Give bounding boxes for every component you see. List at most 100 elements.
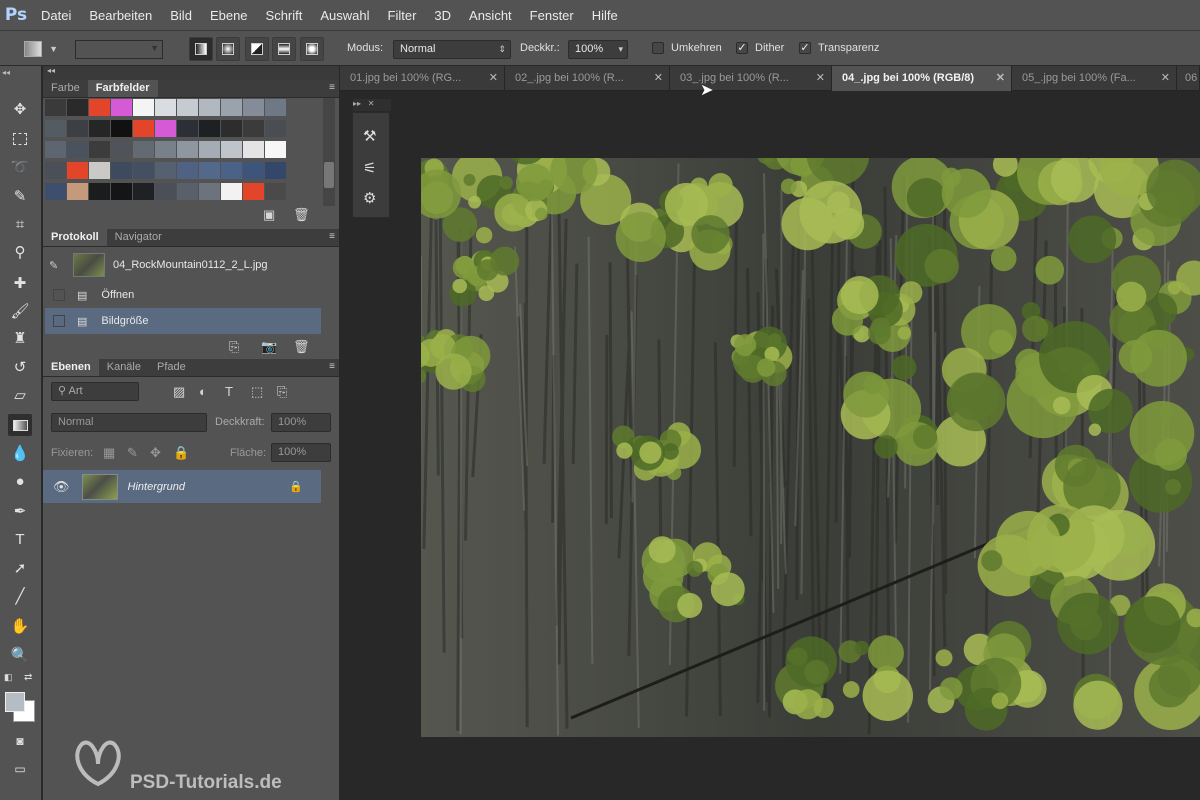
color-swatch[interactable] [199, 162, 220, 179]
collapse-icon[interactable]: ◂◂ [2, 68, 10, 77]
close-icon[interactable]: ✕ [654, 66, 663, 91]
tab-farbe[interactable]: Farbe [43, 80, 88, 97]
color-swatch[interactable] [155, 141, 176, 158]
tab-doc-06[interactable]: 06 [1177, 66, 1200, 91]
color-swatch[interactable] [89, 183, 110, 200]
linear-gradient-button[interactable] [189, 37, 213, 61]
deckkr-field[interactable]: 100% ▾ [568, 40, 628, 59]
healing-brush-tool-icon[interactable]: ✚ [8, 273, 32, 295]
color-swatch[interactable] [221, 99, 242, 116]
filter-shape-icon[interactable]: ⬚ [251, 384, 263, 400]
lasso-tool-icon[interactable]: ➰ [8, 157, 32, 179]
fill-field[interactable]: 100% [271, 443, 331, 462]
color-swatch[interactable] [177, 141, 198, 158]
close-icon[interactable]: ✕ [996, 66, 1005, 91]
menu-hilfe[interactable]: Hilfe [583, 0, 627, 30]
color-swatch[interactable] [243, 99, 264, 116]
layer-name[interactable]: Hintergrund [128, 481, 185, 493]
brush-presets-icon[interactable]: ⚒ [363, 127, 376, 145]
color-swatch[interactable] [45, 162, 66, 179]
trash-icon[interactable]: 🗑 [293, 339, 310, 355]
blur-tool-icon[interactable]: 💧 [8, 443, 32, 465]
panel-menu-icon[interactable]: ≡ [329, 231, 335, 242]
history-brush-tool-icon[interactable]: ↺ [8, 357, 32, 379]
close-icon[interactable]: ✕ [816, 66, 825, 91]
transparenz-checkbox[interactable]: ✓ [799, 42, 811, 54]
tool-preset-picker[interactable]: ▼ [24, 40, 64, 59]
color-swatch[interactable] [45, 120, 66, 137]
color-swatch[interactable] [243, 120, 264, 137]
color-swatch[interactable] [67, 120, 88, 137]
scrollbar-thumb[interactable] [324, 162, 334, 188]
marquee-tool-icon[interactable] [8, 128, 32, 150]
color-swatch[interactable] [155, 162, 176, 179]
move-tool-icon[interactable]: ✥ [8, 99, 32, 121]
color-swatch[interactable] [265, 141, 286, 158]
color-swatch[interactable] [45, 183, 66, 200]
tab-ebenen[interactable]: Ebenen [43, 359, 99, 376]
filter-smart-object-icon[interactable]: ⎘ [277, 384, 287, 400]
color-swatch[interactable] [243, 141, 264, 158]
color-swatch[interactable] [199, 99, 220, 116]
color-swatch[interactable] [177, 120, 198, 137]
layer-filter-select[interactable]: ⚲ Art [51, 382, 139, 401]
type-tool-icon[interactable]: T [8, 529, 32, 551]
menu-bild[interactable]: Bild [161, 0, 201, 30]
history-checkbox[interactable] [53, 315, 65, 327]
swatches-scrollbar[interactable] [323, 98, 335, 206]
color-swatch[interactable] [111, 183, 132, 200]
foreground-color-swatch[interactable] [5, 692, 25, 712]
image-canvas[interactable] [421, 158, 1200, 737]
dither-checkbox[interactable]: ✓ [736, 42, 748, 54]
menu-3d[interactable]: 3D [425, 0, 460, 30]
color-swatch[interactable] [111, 120, 132, 137]
filter-type-icon[interactable]: T [225, 384, 233, 399]
color-swatch[interactable] [265, 120, 286, 137]
quick-mask-icon[interactable]: ◙ [8, 730, 32, 752]
tab-navigator[interactable]: Navigator [107, 229, 170, 246]
opacity-field[interactable]: 100% [271, 413, 331, 432]
dock-collapse-icon[interactable]: ◂◂ [43, 66, 339, 80]
color-swatch[interactable] [155, 183, 176, 200]
lock-all-icon[interactable]: 🔒 [173, 445, 189, 461]
color-swatch[interactable] [265, 183, 286, 200]
panel-menu-icon[interactable]: ≡ [329, 82, 335, 93]
strip-collapse-icon[interactable]: ▸▸ ✕ [353, 99, 391, 111]
menu-schrift[interactable]: Schrift [257, 0, 312, 30]
crop-tool-icon[interactable]: ⌗ [8, 214, 32, 236]
hand-tool-icon[interactable]: ✋ [8, 616, 32, 638]
new-swatch-icon[interactable]: ▣ [263, 207, 275, 223]
tab-doc-02[interactable]: 02_.jpg bei 100% (R... ✕ [505, 66, 670, 91]
color-swatch[interactable] [111, 162, 132, 179]
dodge-tool-icon[interactable]: ● [8, 471, 32, 493]
menu-datei[interactable]: Datei [32, 0, 80, 30]
radial-gradient-button[interactable] [216, 37, 240, 61]
panel-menu-icon[interactable]: ≡ [329, 361, 335, 372]
color-swatch[interactable] [221, 141, 242, 158]
tab-doc-01[interactable]: 01.jpg bei 100% (RG... ✕ [340, 66, 505, 91]
tab-protokoll[interactable]: Protokoll [43, 229, 107, 246]
menu-fenster[interactable]: Fenster [521, 0, 583, 30]
color-swatch[interactable] [133, 183, 154, 200]
clone-stamp-tool-icon[interactable]: ♜ [8, 328, 32, 350]
menu-bearbeiten[interactable]: Bearbeiten [80, 0, 161, 30]
color-swatch[interactable] [89, 120, 110, 137]
close-icon[interactable]: ✕ [489, 66, 498, 91]
layer-row[interactable]: 👁 Hintergrund 🔒 [43, 470, 321, 503]
adjustments-icon[interactable]: ⚟ [363, 159, 376, 177]
menu-ebene[interactable]: Ebene [201, 0, 257, 30]
color-swatch[interactable] [265, 99, 286, 116]
gradient-picker[interactable]: ▼ [75, 40, 163, 59]
color-swatch[interactable] [67, 162, 88, 179]
lock-position-icon[interactable]: ✥ [150, 445, 161, 461]
blend-mode-select[interactable]: Normal [51, 413, 207, 432]
gradient-tool-icon[interactable] [8, 414, 32, 436]
color-swatch[interactable] [67, 183, 88, 200]
zoom-tool-icon[interactable]: 🔍 [8, 645, 32, 667]
brush-tool-icon[interactable]: 🖌 [8, 301, 32, 323]
color-swatch[interactable] [67, 99, 88, 116]
swap-colors-icon[interactable]: ⇄ [24, 672, 32, 683]
color-swatch[interactable] [199, 141, 220, 158]
color-swatch[interactable] [45, 141, 66, 158]
color-swatch[interactable] [133, 141, 154, 158]
